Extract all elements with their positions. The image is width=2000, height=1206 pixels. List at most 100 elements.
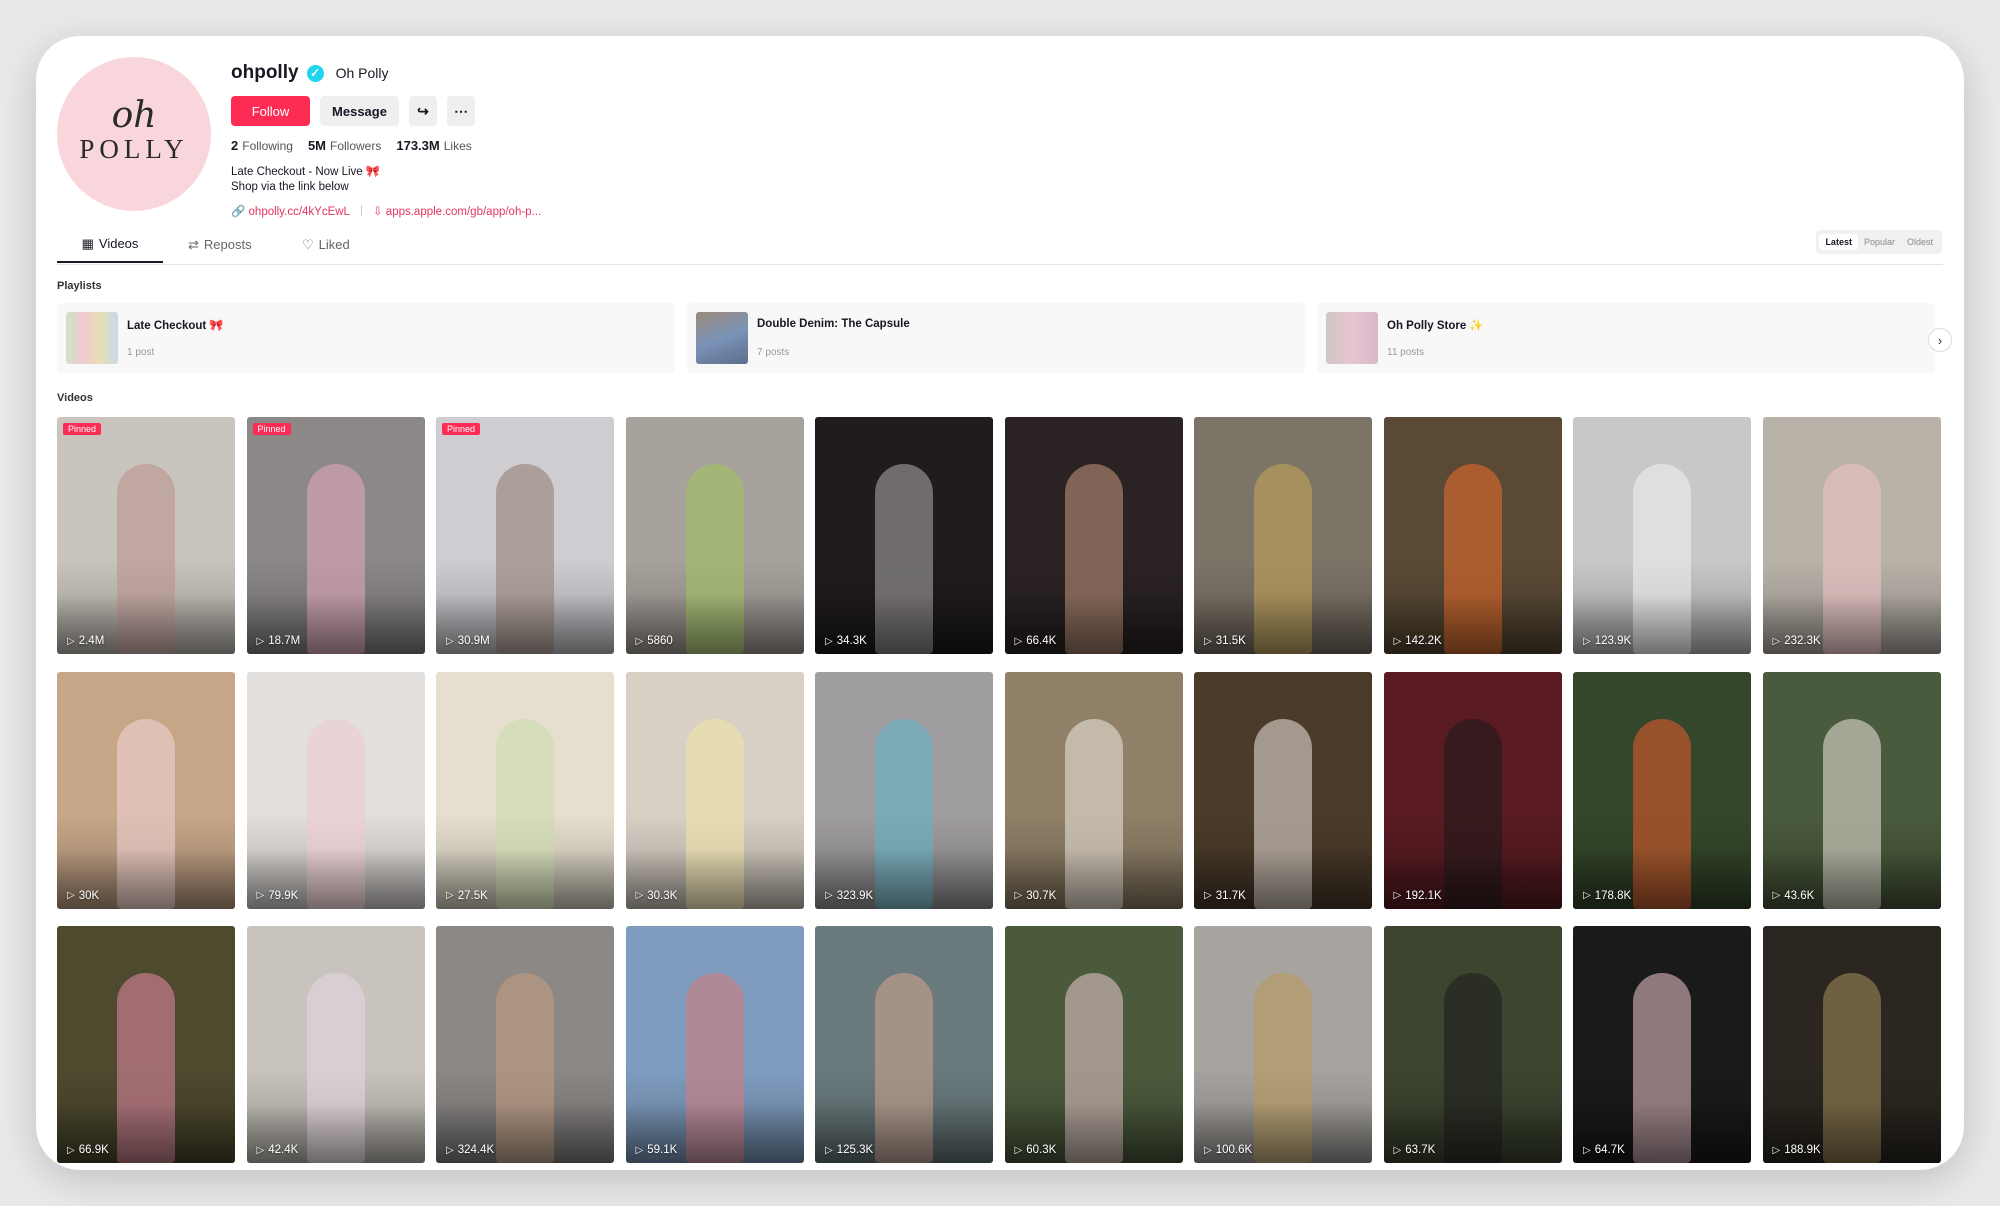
profile-avatar[interactable]: oh POLLY bbox=[57, 57, 211, 211]
video-view-count: ▷ 125.3K bbox=[825, 1144, 873, 1156]
video-card[interactable]: ▷ 123.9K bbox=[1573, 417, 1751, 654]
video-card[interactable]: ▷ 323.9K bbox=[815, 671, 993, 909]
video-card[interactable]: Pinned ▷ 2.4M bbox=[57, 417, 235, 654]
video-card[interactable]: ▷ 178.8K bbox=[1573, 671, 1751, 909]
playlist-card[interactable]: Late Checkout 🎀 1 post bbox=[57, 303, 675, 373]
play-icon: ▷ bbox=[1014, 1144, 1023, 1156]
playlist-next-icon[interactable]: › bbox=[1928, 328, 1952, 352]
video-card[interactable]: ▷ 100.6K bbox=[1194, 926, 1372, 1163]
more-options-icon[interactable]: ⋯ bbox=[447, 96, 475, 126]
video-card[interactable]: ▷ 34.3K bbox=[815, 417, 993, 654]
video-card[interactable]: ▷ 30.7K bbox=[1004, 671, 1183, 909]
sort-popular[interactable]: Popular bbox=[1858, 234, 1901, 250]
play-icon: ▷ bbox=[67, 635, 75, 647]
view-count-label: 30K bbox=[78, 889, 100, 902]
sort-oldest[interactable]: Oldest bbox=[1901, 234, 1939, 250]
playlist-title: Oh Polly Store ✨ bbox=[1387, 320, 1484, 332]
message-button[interactable]: Message bbox=[320, 96, 399, 126]
video-card[interactable]: ▷ 43.6K bbox=[1762, 671, 1941, 909]
view-count-label: 123.9K bbox=[1594, 635, 1632, 647]
profile-link-2[interactable]: ⇩ apps.apple.com/gb/app/oh-p... bbox=[373, 204, 541, 218]
video-card[interactable]: ▷ 64.7K bbox=[1573, 926, 1751, 1163]
likes-stat: 173.3M Likes bbox=[396, 138, 472, 153]
pinned-badge: Pinned bbox=[63, 423, 102, 435]
video-card[interactable]: ▷ 60.3K bbox=[1004, 926, 1183, 1163]
sort-toggle: Latest Popular Oldest bbox=[1816, 230, 1942, 254]
play-icon: ▷ bbox=[1393, 890, 1402, 901]
play-icon: ▷ bbox=[1204, 635, 1212, 647]
play-icon: ▷ bbox=[825, 635, 833, 647]
profile-stats: 2 Following 5M Followers 173.3M Likes bbox=[231, 138, 541, 153]
video-card[interactable]: Pinned ▷ 18.7M bbox=[246, 417, 425, 654]
video-card[interactable]: ▷ 63.7K bbox=[1383, 926, 1562, 1163]
video-view-count: ▷ 30K bbox=[67, 890, 99, 902]
video-card[interactable]: ▷ 142.2K bbox=[1383, 417, 1562, 654]
video-card[interactable]: ▷ 66.9K bbox=[57, 926, 235, 1163]
tab-reposts[interactable]: ⇄ Reposts bbox=[188, 226, 252, 263]
play-icon: ▷ bbox=[635, 890, 644, 901]
video-grid: Pinned ▷ 2.4M Pinned ▷ 18.7M Pinned ▷ 30.9M ▷ 5860… bbox=[57, 417, 1941, 1163]
video-card[interactable]: ▷ 31.5K bbox=[1194, 417, 1372, 654]
video-view-count: ▷ 79.9K bbox=[257, 890, 299, 902]
video-view-count: ▷ 142.2K bbox=[1394, 635, 1442, 647]
video-card[interactable]: ▷ 31.7K bbox=[1194, 671, 1372, 909]
video-card[interactable]: ▷ 188.9K bbox=[1762, 926, 1941, 1163]
video-card[interactable]: ▷ 42.4K bbox=[246, 926, 425, 1163]
videos-title: Videos bbox=[57, 392, 93, 404]
view-count-label: 34.3K bbox=[836, 635, 867, 647]
video-card[interactable]: ▷ 30K bbox=[57, 671, 235, 909]
video-view-count: ▷ 100.6K bbox=[1204, 1144, 1252, 1156]
video-card[interactable]: ▷ 5860 bbox=[625, 417, 804, 654]
follow-button[interactable]: Follow bbox=[231, 96, 310, 126]
verified-badge-icon: ✓ bbox=[306, 64, 324, 82]
tab-liked[interactable]: ♡ Liked bbox=[302, 226, 350, 263]
video-card[interactable]: ▷ 30.3K bbox=[625, 671, 804, 909]
play-icon: ▷ bbox=[256, 890, 265, 901]
video-view-count: ▷ 18.7M bbox=[257, 635, 301, 647]
view-count-label: 66.4K bbox=[1026, 635, 1057, 647]
followers-stat[interactable]: 5M Followers bbox=[308, 138, 381, 153]
playlist-count: 11 posts bbox=[1387, 347, 1425, 358]
view-count-label: 142.2K bbox=[1405, 635, 1442, 647]
view-count-label: 100.6K bbox=[1215, 1144, 1253, 1156]
video-view-count: ▷ 2.4M bbox=[67, 635, 104, 647]
view-count-label: 63.7K bbox=[1405, 1144, 1436, 1156]
playlist-card[interactable]: Double Denim: The Capsule 7 posts bbox=[687, 303, 1305, 373]
video-card[interactable]: ▷ 232.3K bbox=[1762, 417, 1941, 654]
video-card[interactable]: ▷ 192.1K bbox=[1383, 671, 1562, 909]
playlist-title: Late Checkout 🎀 bbox=[127, 320, 224, 332]
view-count-label: 79.9K bbox=[268, 889, 299, 902]
profile-info: ohpolly ✓ Oh Polly Follow Message ↪ ⋯ 2F… bbox=[231, 60, 541, 218]
playlist-count: 7 posts bbox=[757, 347, 790, 358]
video-view-count: ▷ 66.4K bbox=[1015, 635, 1057, 647]
download-icon: ⇩ bbox=[372, 206, 383, 218]
playlist-card[interactable]: Oh Polly Store ✨ 11 posts bbox=[1317, 303, 1935, 373]
play-icon: ▷ bbox=[635, 635, 644, 647]
video-view-count: ▷ 5860 bbox=[636, 635, 673, 647]
video-card[interactable]: ▷ 59.1K bbox=[625, 926, 804, 1163]
play-icon: ▷ bbox=[1772, 1144, 1781, 1156]
sort-latest[interactable]: Latest bbox=[1819, 234, 1858, 250]
video-view-count: ▷ 31.7K bbox=[1204, 890, 1246, 902]
video-card[interactable]: ▷ 79.9K bbox=[246, 671, 425, 909]
pinned-badge: Pinned bbox=[252, 423, 291, 435]
profile-link-1[interactable]: 🔗 ohpolly.cc/4kYcEwL bbox=[231, 204, 350, 218]
video-card[interactable]: ▷ 324.4K bbox=[436, 926, 614, 1163]
video-card[interactable]: ▷ 66.4K bbox=[1004, 417, 1183, 654]
tab-videos[interactable]: ▦ Videos bbox=[57, 226, 163, 263]
following-stat[interactable]: 2 Following bbox=[231, 138, 293, 153]
playlist-thumbnail bbox=[696, 312, 748, 364]
video-view-count: ▷ 64.7K bbox=[1583, 1144, 1625, 1156]
share-icon[interactable]: ↪ bbox=[409, 96, 437, 126]
video-card[interactable]: Pinned ▷ 30.9M bbox=[436, 417, 614, 654]
play-icon: ▷ bbox=[635, 1144, 644, 1156]
view-count-label: 43.6K bbox=[1784, 889, 1815, 902]
video-view-count: ▷ 324.4K bbox=[446, 1144, 494, 1156]
play-icon: ▷ bbox=[1393, 1144, 1402, 1156]
playlist-count: 1 post bbox=[127, 347, 155, 358]
video-view-count: ▷ 59.1K bbox=[636, 1144, 678, 1156]
video-card[interactable]: ▷ 27.5K bbox=[436, 671, 614, 909]
view-count-label: 125.3K bbox=[836, 1144, 874, 1156]
video-card[interactable]: ▷ 125.3K bbox=[815, 926, 993, 1163]
view-count-label: 323.9K bbox=[836, 889, 874, 902]
